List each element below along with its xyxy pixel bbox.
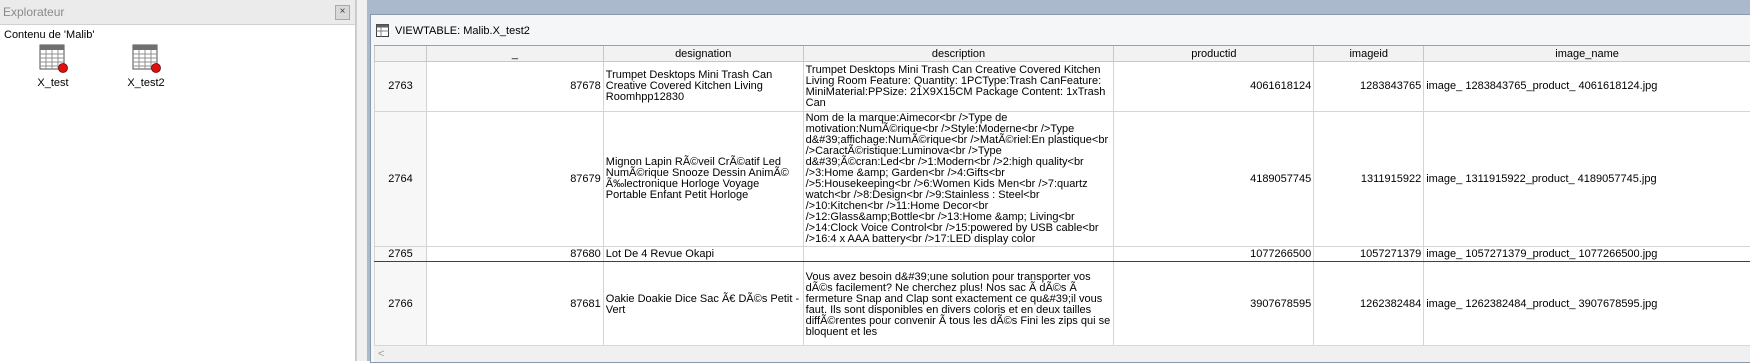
cell-description[interactable] — [803, 247, 1114, 262]
explorer-panel: Explorateur × Contenu de 'Malib' X_test — [0, 0, 356, 361]
column-header-image-name[interactable]: image_name — [1424, 46, 1750, 62]
cell-image-name[interactable]: image_ 1262382484_product_ 3907678595.jp… — [1424, 262, 1750, 347]
column-header-designation[interactable]: designation — [603, 46, 803, 62]
cell-designation[interactable]: Trumpet Desktops Mini Trash Can Creative… — [603, 62, 803, 112]
explorer-title: Explorateur — [3, 5, 64, 19]
table-row[interactable]: 2764 87679 Mignon Lapin RÃ©veil CrÃ©atif… — [375, 112, 1750, 247]
library-item-label: X_test — [8, 77, 98, 89]
column-header-description[interactable]: description — [803, 46, 1114, 62]
cell-productid[interactable]: 4061618124 — [1114, 62, 1314, 112]
explorer-titlebar: Explorateur × — [0, 0, 355, 25]
cell-designation[interactable]: Oakie Doakie Dice Sac Ã€ DÃ©s Petit - Ve… — [603, 262, 803, 347]
viewtable-titlebar: VIEWTABLE: Malib.X_test2 — [371, 21, 1750, 41]
cell-imageid[interactable]: 1262382484 — [1314, 262, 1424, 347]
row-number[interactable]: 2766 — [375, 262, 427, 347]
cell-id[interactable]: 87680 — [426, 247, 603, 262]
cell-image-name[interactable]: image_ 1283843765_product_ 4061618124.jp… — [1424, 62, 1750, 112]
cell-id[interactable]: 87681 — [426, 262, 603, 347]
table-row[interactable]: 2766 87681 Oakie Doakie Dice Sac Ã€ DÃ©s… — [375, 262, 1750, 347]
cell-designation[interactable]: Mignon Lapin RÃ©veil CrÃ©atif Led NumÃ©r… — [603, 112, 803, 247]
library-item-x-test[interactable]: X_test — [8, 44, 98, 89]
table-icon — [37, 44, 69, 74]
viewtable-window: VIEWTABLE: Malib.X_test2 _ designation d… — [370, 14, 1750, 363]
cell-productid[interactable]: 4189057745 — [1114, 112, 1314, 247]
column-header-rownum[interactable] — [375, 46, 427, 62]
cell-productid[interactable]: 3907678595 — [1114, 262, 1314, 347]
data-grid: _ designation description productid imag… — [374, 45, 1750, 346]
cell-image-name[interactable]: image_ 1057271379_product_ 1077266500.jp… — [1424, 247, 1750, 262]
viewtable-icon — [376, 24, 389, 37]
library-item-x-test2[interactable]: X_test2 — [101, 44, 191, 89]
cell-description[interactable]: Trumpet Desktops Mini Trash Can Creative… — [803, 62, 1114, 112]
table-row[interactable]: 2765 87680 Lot De 4 Revue Okapi 10772665… — [375, 247, 1750, 262]
column-header-underscore[interactable]: _ — [426, 46, 603, 62]
cell-imageid[interactable]: 1057271379 — [1314, 247, 1424, 262]
table-row[interactable]: 2763 87678 Trumpet Desktops Mini Trash C… — [375, 62, 1750, 112]
library-item-label: X_test2 — [101, 77, 191, 89]
cell-imageid[interactable]: 1283843765 — [1314, 62, 1424, 112]
cell-id[interactable]: 87678 — [426, 62, 603, 112]
viewtable-title: VIEWTABLE: Malib.X_test2 — [395, 25, 530, 37]
cell-productid[interactable]: 1077266500 — [1114, 247, 1314, 262]
close-icon[interactable]: × — [335, 5, 350, 20]
row-number[interactable]: 2763 — [375, 62, 427, 112]
horizontal-scrollbar[interactable]: < — [374, 345, 1750, 362]
cell-id[interactable]: 87679 — [426, 112, 603, 247]
row-number[interactable]: 2765 — [375, 247, 427, 262]
cell-imageid[interactable]: 1311915922 — [1314, 112, 1424, 247]
explorer-subtitle: Contenu de 'Malib' — [4, 29, 94, 41]
table-icon — [130, 44, 162, 74]
cell-description[interactable]: Vous avez besoin d&#39;une solution pour… — [803, 262, 1114, 347]
cell-image-name[interactable]: image_ 1311915922_product_ 4189057745.jp… — [1424, 112, 1750, 247]
row-number[interactable]: 2764 — [375, 112, 427, 247]
column-header-productid[interactable]: productid — [1114, 46, 1314, 62]
header-row: _ designation description productid imag… — [375, 46, 1750, 62]
cell-designation[interactable]: Lot De 4 Revue Okapi — [603, 247, 803, 262]
cell-description[interactable]: Nom de la marque:Aimecor<br />Type de mo… — [803, 112, 1114, 247]
column-header-imageid[interactable]: imageid — [1314, 46, 1424, 62]
scroll-left-icon[interactable]: < — [378, 348, 384, 360]
